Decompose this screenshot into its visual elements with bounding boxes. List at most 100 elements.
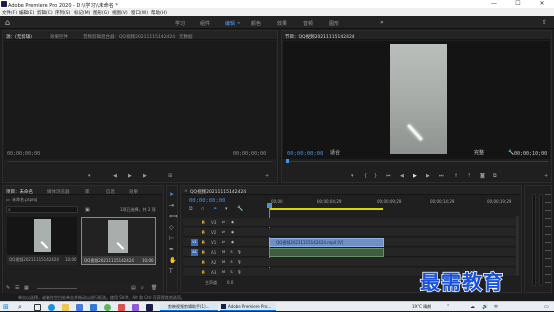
program-step-back-icon[interactable]: ◀ [400,173,404,179]
razor-tool-icon[interactable]: ◇ [169,224,174,231]
timeline-timecode[interactable]: 00;00;00;00 [189,198,225,204]
store-icon[interactable] [76,303,83,311]
tab-media-browser[interactable]: 媒体浏览器 [47,189,70,195]
track-lock-icon[interactable]: 🔒 [201,220,206,225]
program-mark-out-icon[interactable]: } [374,173,377,179]
mic-icon[interactable]: 🎙 [237,260,242,265]
list-view-icon[interactable]: ☰ [15,285,19,291]
app-icon-2[interactable] [118,303,125,311]
mute-icon[interactable]: M [221,250,226,255]
workspace-tab-audio[interactable]: 音频 [303,20,313,27]
workspace-tab-color[interactable]: 颜色 [251,20,261,27]
track-target-a1[interactable]: A1 [191,249,198,256]
program-marker-icon[interactable]: ▾ [351,173,354,179]
playhead-handle[interactable] [267,203,272,208]
solo-icon[interactable]: S [229,250,234,255]
home-icon[interactable]: ⌂ [5,18,10,27]
track-lock-icon[interactable]: 🔒 [201,250,206,255]
track-eye-icon[interactable]: ◉ [230,220,235,225]
track-lock-icon[interactable]: 🔒 [201,230,206,235]
program-scrubber[interactable] [286,161,548,162]
workspace-tab-graphics[interactable]: 图形 [329,20,339,27]
mic-icon[interactable]: 🎙 [237,270,242,275]
app-icon-3[interactable] [132,303,139,311]
mic-icon[interactable]: 🎙 [237,250,242,255]
compare-icon[interactable]: ⧉ [493,173,497,179]
pen-tool-icon[interactable]: ✒ [169,246,174,253]
tab-audio-clip-mixer[interactable]: 音频剪辑混合器：QQ视频20211115142424 [83,34,175,40]
tab-sequence[interactable]: QQ视频20211115142424 [190,189,246,195]
workspace-tab-editing[interactable]: 编辑 [225,20,235,27]
type-tool-icon[interactable]: T [169,268,173,275]
notification-icon[interactable]: ▭ [544,304,549,310]
workspace-tab-effects[interactable]: 效果 [277,20,287,27]
tab-source[interactable]: 源：(无剪辑) [6,34,32,40]
program-step-forward-icon[interactable]: ▶ [426,173,430,179]
pencil-icon[interactable]: ✎ [6,285,10,291]
add-marker-icon[interactable]: ▾ [225,206,228,212]
program-mark-in-icon[interactable]: { [364,173,367,179]
tab-effect-controls[interactable]: 效果控件 [50,34,68,40]
minimize-button[interactable]: — [482,0,506,8]
solo-icon[interactable]: S [229,260,234,265]
work-area-bar[interactable] [270,208,383,210]
tab-project[interactable]: 项目：未命名 [6,189,33,195]
track-sync-icon[interactable]: ⇄ [221,240,226,245]
program-playhead[interactable] [286,159,289,163]
track-target-v1[interactable]: V1 [191,239,198,246]
track-eye-icon[interactable]: ◉ [230,240,235,245]
program-go-in-icon[interactable]: ⏮ [386,173,391,179]
source-mark-in-icon[interactable]: ▾ [88,173,91,179]
program-quality-select[interactable]: 完整 [474,151,484,156]
explorer-icon[interactable] [62,303,69,311]
mail-icon[interactable] [90,303,97,311]
weather-text[interactable]: 19°C 晴朗 [412,305,431,309]
export-frame-icon[interactable]: ◙ [480,173,485,179]
track-sync-icon[interactable]: ⇄ [221,220,226,225]
delete-icon[interactable]: 🗑 [151,285,157,291]
track-lock-icon[interactable]: 🔒 [201,240,206,245]
workspace-tab-learn[interactable]: 学习 [175,20,185,27]
source-step-back-icon[interactable]: ◀ [113,173,117,179]
video-clip[interactable]: QQ视频20211115142424.mp4 [V] [269,238,384,247]
tab-libraries[interactable]: 库 [85,189,90,195]
taskbar-app-jianying[interactable]: 剪映视频剪辑助手(1)... [160,302,218,311]
tab-info[interactable]: 信息 [106,189,115,195]
project-item-2[interactable]: QQ视频20211115142424 10;00 [81,217,156,265]
timeline-settings-icon[interactable]: 🔧 [237,206,243,212]
program-timecode[interactable]: 00;00;00;00 [287,151,323,157]
windows-start-icon[interactable]: ⊞ [3,303,9,311]
maximize-button[interactable]: ☐ [506,0,530,8]
close-button[interactable]: ✕ [530,0,554,8]
linked-selection-icon[interactable]: ⚭ [213,206,217,212]
program-fit-select[interactable]: 适合 [330,151,340,156]
zoom-slider[interactable] [37,288,77,289]
tab-metadata[interactable]: 元数据 [179,34,193,40]
volume-icon[interactable]: 🔊 [482,304,488,310]
app-icon-1[interactable] [104,303,111,311]
extract-icon[interactable]: ⇡ [467,173,471,179]
program-add-button-icon[interactable]: + [544,173,548,179]
source-add-button-icon[interactable]: + [265,173,269,179]
icon-view-icon[interactable]: ▦ [24,285,29,291]
tray-up-icon[interactable]: ⌃ [446,304,450,310]
new-item-icon[interactable]: ▤ [131,285,136,291]
slip-tool-icon[interactable]: ⊢ [169,235,174,242]
ripple-tool-icon[interactable]: ⟺ [169,213,178,220]
tab-program[interactable]: 节目：QQ视频20211115142424 [285,34,355,40]
project-search-input[interactable]: ⌕ [6,206,78,213]
edge-icon[interactable] [48,303,55,311]
taskbar-app-premiere[interactable]: Adobe Premiere Pro... [220,302,276,311]
program-play-icon[interactable]: ▶ [413,173,417,179]
snap-icon[interactable]: ∩ [201,206,205,212]
tab-effects[interactable]: 效果 [129,189,138,195]
track-lock-icon[interactable]: 🔒 [201,270,206,275]
selection-tool-icon[interactable]: ➤ [169,191,174,198]
source-step-forward-icon[interactable]: ▶ [143,173,147,179]
workspace-tab-assembly[interactable]: 组件 [200,20,210,27]
track-select-tool-icon[interactable]: ⇥ [169,202,174,209]
source-insert-icon[interactable]: ⊞ [168,173,172,179]
nest-icon[interactable]: ⧉ [189,206,193,212]
network-icon[interactable]: ☁ [470,304,475,310]
audio-clip[interactable] [269,248,384,257]
